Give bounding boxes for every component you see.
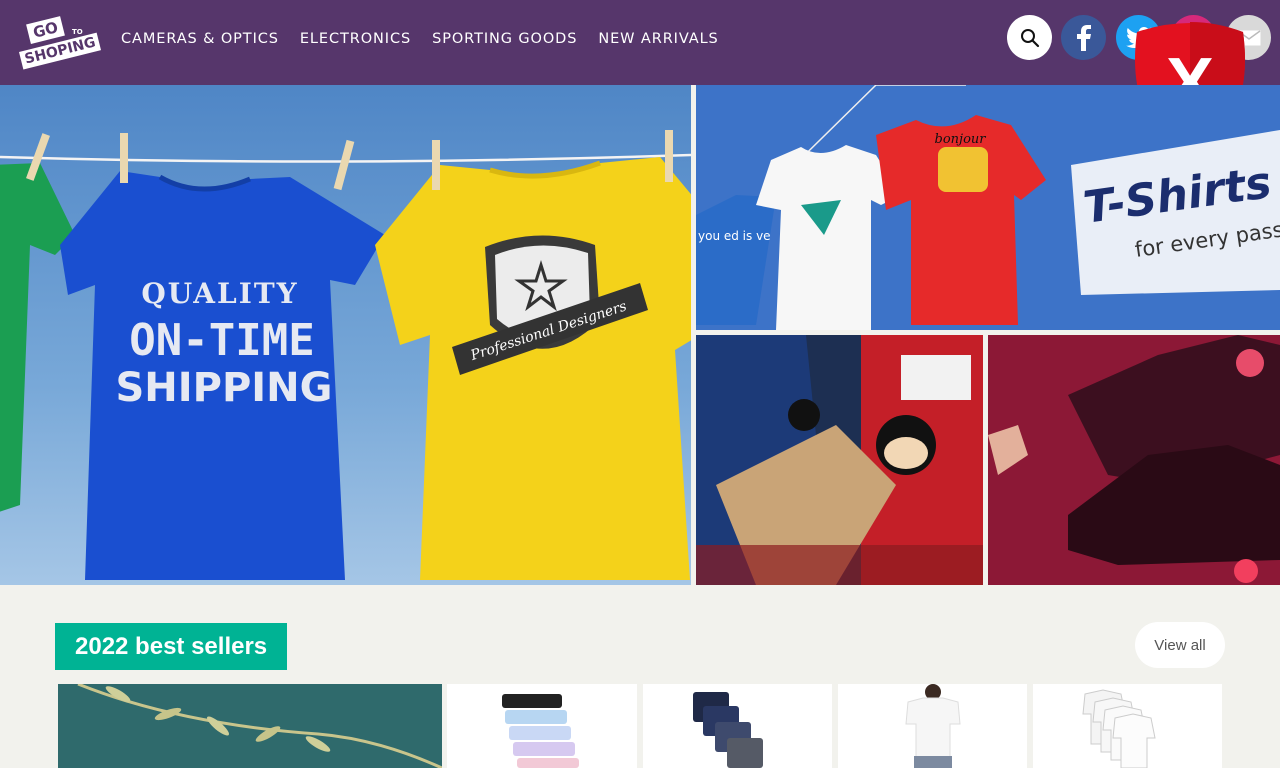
varsity-jackets-image bbox=[696, 335, 983, 585]
section-title-text: 2022 best sellers bbox=[75, 632, 268, 660]
product-card-featured[interactable] bbox=[58, 684, 442, 768]
blue-shirt-text-quality: QUALITY bbox=[141, 277, 298, 310]
section-title-best-sellers: 2022 best sellers bbox=[55, 623, 288, 670]
nav-item-electronics[interactable]: ELECTRONICS bbox=[300, 31, 411, 47]
product-card-boxer-briefs[interactable] bbox=[643, 684, 832, 768]
boxer-briefs-image bbox=[693, 692, 763, 768]
product-card-underwear[interactable] bbox=[447, 684, 637, 768]
search-icon bbox=[1020, 28, 1039, 47]
white-tee-pack-image bbox=[1082, 689, 1156, 768]
nav-item-cameras-optics[interactable]: CAMERAS & OPTICS bbox=[121, 31, 279, 47]
blue-shirt-text-shipping: SHIPPING bbox=[116, 365, 333, 411]
top-nav-bar: GO TO SHOPING CAMERAS & OPTICS ELECTRONI… bbox=[0, 0, 1280, 85]
tshirts-banner-image: you ed is ve bonjour T-Shirts for every … bbox=[696, 85, 1280, 330]
bonjour-shirt-text: bonjour bbox=[935, 132, 987, 147]
site-logo[interactable]: GO TO SHOPING bbox=[18, 14, 102, 70]
hero-tile-shoes[interactable] bbox=[988, 335, 1280, 585]
nav-item-sporting-goods[interactable]: SPORTING GOODS bbox=[432, 31, 577, 47]
facebook-icon bbox=[1076, 24, 1091, 51]
logo-text-go: GO bbox=[26, 16, 65, 44]
underwear-pack-image bbox=[502, 694, 579, 768]
product-card-tee-pack[interactable] bbox=[1033, 684, 1222, 768]
logo-text-to: TO bbox=[72, 28, 83, 36]
nav-item-new-arrivals[interactable]: NEW ARRIVALS bbox=[598, 31, 718, 47]
olive-branch-image bbox=[58, 684, 442, 768]
product-card-white-tee[interactable] bbox=[838, 684, 1027, 768]
search-button[interactable] bbox=[1007, 15, 1052, 60]
hero-tile-jackets[interactable] bbox=[696, 335, 983, 585]
facebook-link[interactable] bbox=[1061, 15, 1106, 60]
tshirts-on-clothesline-image: QUALITY ON-TIME SHIPPING Professional De… bbox=[0, 130, 691, 580]
view-all-button[interactable]: View all bbox=[1135, 622, 1225, 668]
blue-shirt-text-on-time: ON-TIME bbox=[129, 315, 314, 366]
hero-banner-main[interactable]: QUALITY ON-TIME SHIPPING Professional De… bbox=[0, 85, 691, 585]
main-nav: CAMERAS & OPTICS ELECTRONICS SPORTING GO… bbox=[121, 31, 740, 47]
hero-tile-tshirts[interactable]: you ed is ve bonjour T-Shirts for every … bbox=[696, 85, 1280, 330]
red-sneakers-image bbox=[988, 335, 1280, 585]
side-shirt-text: you ed is ve bbox=[698, 229, 771, 243]
white-tee-model-image bbox=[905, 684, 961, 768]
